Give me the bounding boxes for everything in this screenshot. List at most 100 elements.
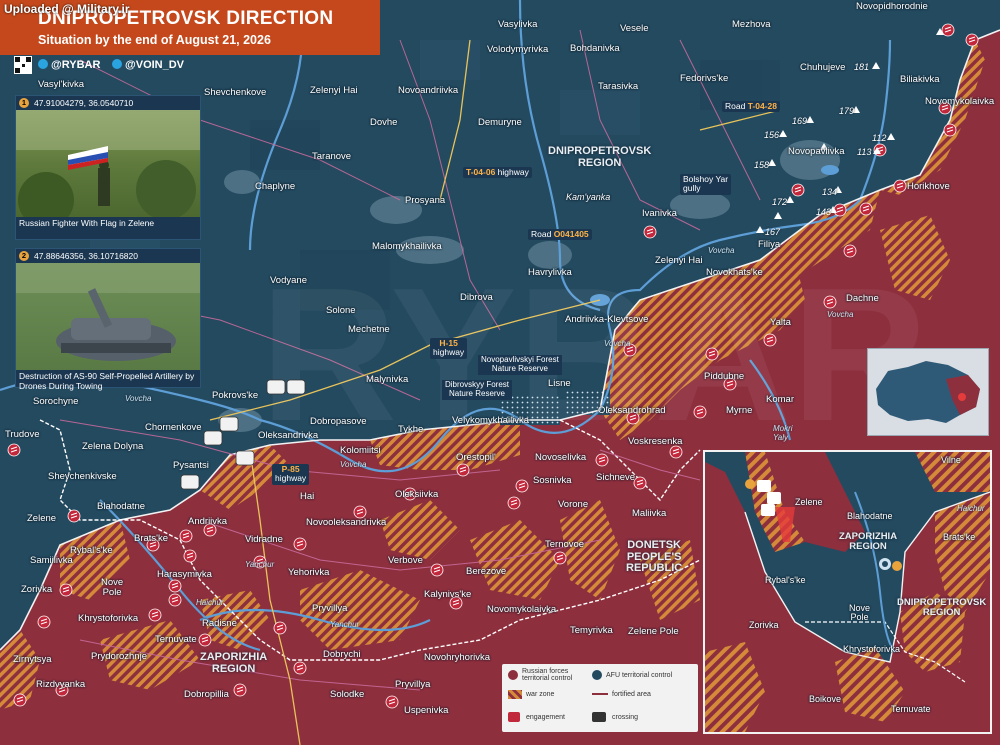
map-subtitle: Situation by the end of August 21, 2026 (38, 33, 271, 47)
river-label-haichur: Haichur (196, 598, 224, 607)
engagement-icon (943, 123, 957, 137)
settlement-havrylivka: Havrylivka (528, 267, 572, 278)
height-marker-label: 172 (772, 197, 788, 207)
photo-panel-2[interactable]: 2 47.88646356, 36.10716820 Destruction of… (15, 248, 201, 391)
road-number: T-04-28 (747, 101, 777, 111)
settlement-uspenivka: Uspenivka (404, 705, 449, 716)
telegram-icon (112, 59, 122, 69)
ukraine-outline-icon (876, 361, 980, 423)
settlement-novomykolaivka-south: Novomykolaivka (487, 604, 557, 615)
road-number: T-04-06 (466, 167, 496, 177)
engagement-icon (823, 295, 837, 309)
settlement-yehorivka: Yehorivka (288, 567, 330, 578)
road-label: Road (725, 101, 748, 111)
telegram-icon (38, 59, 48, 69)
settlement-demuryne: Demuryne (478, 117, 522, 128)
engagement-icon (843, 244, 857, 258)
settlement-zelena-dolyna: Zelena Dolyna (82, 441, 144, 452)
inset-settlement-zelene: Zelene (795, 497, 823, 507)
settlement-zelene-pole: Zelene Pole (628, 626, 679, 637)
engagement-icon (59, 583, 73, 597)
engagement-icon (430, 563, 444, 577)
inset-river-haichur: Haichur (957, 504, 985, 513)
height-marker-label: 134 (822, 187, 838, 197)
settlement-tykhe: Tykhe (398, 424, 424, 435)
inset-settlement-nove-pole: Nove Pole (849, 603, 871, 622)
settlement-myrne: Myrne (726, 405, 753, 416)
engagement-icon (643, 225, 657, 239)
height-marker-label: 167 (765, 227, 781, 237)
region-zaporizhia: ZAPORIZHIA REGION (200, 651, 268, 675)
overview-minimap[interactable] (867, 348, 989, 436)
settlement-rizdvyanka: Rizdvyanka (36, 679, 86, 690)
settlement-vasylkivka: Vasyl'kivka (38, 79, 84, 90)
settlement-chaplyne: Chaplyne (255, 181, 296, 192)
settlement-mechetne: Mechetne (348, 324, 390, 335)
settlement-malomykhailivka: Malomykhailivka (372, 241, 442, 252)
photo-coords: 47.88646356, 36.10716820 (34, 251, 138, 261)
settlement-nove-pole: Nove Pole (101, 577, 124, 598)
social-handle: @VOIN_DV (125, 59, 185, 71)
photo-header: 1 47.91004279, 36.0540710 (16, 96, 200, 110)
settlement-ternuvate: Ternuvate (155, 634, 197, 645)
photo-panel-1[interactable]: 1 47.91004279, 36.0540710 Russian Fighter… (15, 95, 201, 240)
river-label-vovcha: Vovcha (827, 310, 854, 319)
height-marker-label: 143 (816, 207, 832, 217)
settlement-zelenyi-hai-north: Zelenyi Hai (310, 85, 358, 96)
river-label-yanchur: Yanchur (330, 620, 360, 629)
photo-coords: 47.91004279, 36.0540710 (34, 98, 134, 108)
settlement-hai: Hai (300, 491, 315, 502)
settlement-fedorivske: Fedorivs'ke (680, 73, 729, 84)
engagement-icon (965, 33, 979, 47)
settlement-bratske: Brats'ke (134, 533, 169, 544)
settlement-zelene: Zelene (27, 513, 57, 524)
engagement-icon (553, 551, 567, 565)
inset-settlement-ternuvate: Ternuvate (891, 704, 931, 714)
height-marker-label: 113 (857, 147, 872, 157)
settlement-chuhujeve: Chuhujeve (800, 62, 846, 73)
settlement-yalta: Yalta (770, 317, 791, 328)
settlement-prydorozhnje: Prydorozhnje (91, 651, 147, 662)
inset-region-zaporizhia: ZAPORIZHIA REGION (839, 531, 898, 552)
settlement-andriivka-klevtsove: Andriivka-Klevtsove (565, 314, 649, 325)
settlement-pryvillya: Pryvillya (395, 679, 431, 690)
settlement-blahodatne: Blahodatne (97, 501, 146, 512)
gully-label-bolshoy-yar: Bolshoy Yar gully (680, 174, 732, 195)
settlement-novoselivka: Novoselivka (535, 452, 587, 463)
social-link-rybar[interactable]: @RYBAR (38, 59, 100, 71)
road-label: Road (531, 229, 554, 239)
engagement-icon (293, 661, 307, 675)
legend-label-afu: AFU territorial control (606, 672, 673, 679)
engagement-icon (705, 347, 719, 361)
inset-settlement-bratske: Brats'ke (943, 532, 976, 542)
settlement-sorochyne: Sorochyne (33, 396, 79, 407)
height-marker-label: 169 (792, 116, 808, 126)
settlement-novoandriivka: Novoandriivka (398, 85, 459, 96)
settlement-novokhatske: Novokhats'ke (706, 267, 763, 278)
engagement-icon (633, 476, 647, 490)
settlement-velykomykhailivka: Velykomykhailivka (452, 415, 530, 426)
engagement-icon (693, 405, 707, 419)
settlement-orestopil: Orestopil' (456, 452, 496, 463)
engagement-icon (893, 179, 907, 193)
region-dnipropetrovsk: DNIPROPETROVSK REGION (548, 145, 652, 169)
photo-number-badge: 1 (19, 98, 29, 108)
settlement-pokrovske: Pokrovs'ke (212, 390, 259, 401)
social-link-voin[interactable]: @VOIN_DV (112, 59, 184, 71)
inset-settlement-boikove: Boikove (809, 694, 842, 704)
photo-number-badge: 2 (19, 251, 29, 261)
engagement-icon (763, 333, 777, 347)
settlement-bohdanivka: Bohdanivka (570, 43, 620, 54)
settlement-komar: Komar (766, 394, 794, 405)
qr-code-icon[interactable] (14, 56, 32, 74)
height-marker-label: 112 (872, 133, 887, 143)
engagement-icon (669, 445, 683, 459)
settlement-voskresenka: Voskresenka (628, 436, 683, 447)
settlement-sichneve: Sichneve (596, 472, 636, 483)
map-watermark: RYBAR (260, 249, 929, 461)
inset-map[interactable]: Vilne Zelene Blahodatne Brats'ke Rybal's… (703, 450, 992, 734)
settlement-radisne: Radisne (202, 618, 237, 629)
settlement-malynivka: Malynivka (366, 374, 409, 385)
settlement-volodymyrivka: Volodymyrivka (487, 44, 549, 55)
engagement-icon (67, 509, 81, 523)
